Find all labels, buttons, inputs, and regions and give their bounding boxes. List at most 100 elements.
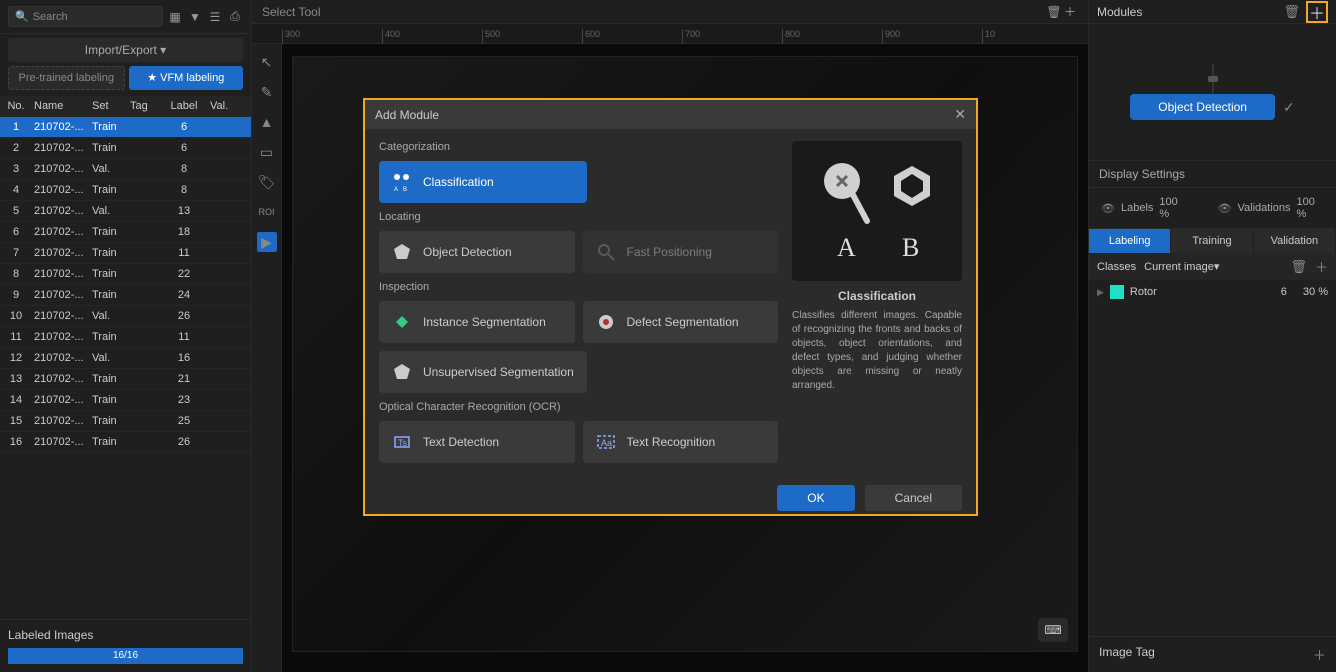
modules-title: Modules <box>1097 5 1142 19</box>
add-module-button[interactable]: ＋ <box>1306 1 1328 23</box>
svg-text:Ts: Ts <box>398 438 408 448</box>
progress-text: 16/16 <box>8 648 243 664</box>
table-row[interactable]: 7210702-...Train11 <box>0 243 251 264</box>
tool-column: ↖ ✎ ▲ ▭ 🏷 ROI ▶ <box>252 44 282 672</box>
table-row[interactable]: 1210702-...Train6 <box>0 117 251 138</box>
tag-tool-icon[interactable]: 🏷 <box>257 172 277 192</box>
tab-labeling[interactable]: Labeling <box>1089 229 1171 253</box>
keyboard-icon[interactable]: ⌨ <box>1038 618 1068 642</box>
object-detection-label: Object Detection <box>423 245 512 259</box>
tab-training[interactable]: Training <box>1171 229 1253 253</box>
current-image-dropdown[interactable]: Current image▾ <box>1144 260 1219 273</box>
classes-add-icon[interactable]: ＋ <box>1315 257 1328 276</box>
col-label[interactable]: Label <box>160 96 208 116</box>
classes-trash-icon[interactable]: 🗑 <box>1290 259 1307 275</box>
list-icon[interactable]: ☰ <box>207 9 223 25</box>
classification-icon: AB <box>391 171 413 193</box>
roi-tool[interactable]: ROI <box>257 202 277 222</box>
image-tag-add-icon[interactable]: ＋ <box>1313 645 1326 664</box>
module-check-icon[interactable]: ✓ <box>1283 99 1295 116</box>
unsup-seg-label: Unsupervised Segmentation <box>423 365 574 379</box>
option-unsupervised-segmentation[interactable]: Unsupervised Segmentation <box>379 351 587 393</box>
option-text-recognition[interactable]: Aa Text Recognition <box>583 421 779 463</box>
labels-text: Labels <box>1121 202 1153 214</box>
svg-text:A: A <box>394 187 398 193</box>
active-tool-icon[interactable]: ▶ <box>257 232 277 252</box>
table-row[interactable]: 13210702-...Train21 <box>0 369 251 390</box>
user-tool-icon[interactable]: ▲ <box>257 112 277 132</box>
option-classification[interactable]: AB Classification <box>379 161 587 203</box>
select-tool-label: Select Tool <box>262 5 320 19</box>
vfm-labeling-button[interactable]: VFM labeling <box>129 66 244 90</box>
col-tag[interactable]: Tag <box>128 96 160 116</box>
table-row[interactable]: 14210702-...Train23 <box>0 390 251 411</box>
image-filter-icon[interactable]: ▦ <box>167 9 183 25</box>
preview-description: Classifies different images. Capable of … <box>792 309 962 393</box>
table-row[interactable]: 3210702-...Val.8 <box>0 159 251 180</box>
defect-seg-icon <box>595 311 617 333</box>
eye-validations-icon[interactable] <box>1218 202 1232 215</box>
text-recognition-label: Text Recognition <box>627 435 716 449</box>
unsup-seg-icon <box>391 361 413 383</box>
table-row[interactable]: 11210702-...Train11 <box>0 327 251 348</box>
category-ocr: Optical Character Recognition (OCR) <box>379 401 778 413</box>
text-recognition-icon: Aa <box>595 431 617 453</box>
preview-letter-a: A <box>837 233 856 262</box>
rect-tool-icon[interactable]: ▭ <box>257 142 277 162</box>
plus-canvas-icon[interactable]: ＋ <box>1062 4 1078 20</box>
classes-label: Classes <box>1097 261 1136 273</box>
modules-trash-icon[interactable]: 🗑 <box>1283 4 1300 20</box>
fast-positioning-icon <box>595 241 617 263</box>
expand-icon[interactable]: ▶ <box>1097 287 1104 298</box>
search-input[interactable]: 🔍 Search <box>8 6 163 27</box>
option-defect-segmentation[interactable]: Defect Segmentation <box>583 301 779 343</box>
preview-title: Classification <box>792 289 962 303</box>
option-instance-segmentation[interactable]: Instance Segmentation <box>379 301 575 343</box>
pretrained-labeling-button[interactable]: Pre-trained labeling <box>8 66 125 90</box>
option-text-detection[interactable]: Ts Text Detection <box>379 421 575 463</box>
ok-button[interactable]: OK <box>777 485 854 511</box>
class-count: 6 <box>1281 286 1287 298</box>
module-connector <box>1212 64 1214 94</box>
progress-bar: 16/16 <box>8 648 243 664</box>
table-row[interactable]: 8210702-...Train22 <box>0 264 251 285</box>
fast-positioning-label: Fast Positioning <box>627 245 712 259</box>
table-row[interactable]: 10210702-...Val.26 <box>0 306 251 327</box>
option-object-detection[interactable]: Object Detection <box>379 231 575 273</box>
trash-icon[interactable]: 🗑 <box>1046 4 1062 20</box>
tab-validation[interactable]: Validation <box>1254 229 1336 253</box>
search-icon: 🔍 <box>15 10 29 23</box>
funnel-icon[interactable]: ▼ <box>187 9 203 25</box>
class-name: Rotor <box>1130 286 1275 298</box>
col-name[interactable]: Name <box>32 96 90 116</box>
import-export-button[interactable]: Import/Export ▾ <box>8 38 243 62</box>
lock-icon[interactable]: ⎙ <box>227 9 243 25</box>
table-row[interactable]: 15210702-...Train25 <box>0 411 251 432</box>
svg-text:B: B <box>403 187 407 193</box>
class-row-rotor[interactable]: ▶ Rotor 6 30 % <box>1089 280 1336 304</box>
table-row[interactable]: 9210702-...Train24 <box>0 285 251 306</box>
table-row[interactable]: 16210702-...Train26 <box>0 432 251 453</box>
table-row[interactable]: 12210702-...Val.16 <box>0 348 251 369</box>
col-no[interactable]: No. <box>0 96 32 116</box>
display-settings-header: Display Settings <box>1089 160 1336 188</box>
image-tag-label: Image Tag <box>1099 645 1155 664</box>
table-row[interactable]: 5210702-...Val.13 <box>0 201 251 222</box>
cancel-button[interactable]: Cancel <box>865 485 962 511</box>
text-detection-icon: Ts <box>391 431 413 453</box>
table-row[interactable]: 2210702-...Train6 <box>0 138 251 159</box>
wand-tool-icon[interactable]: ✎ <box>257 82 277 102</box>
eye-labels-icon[interactable] <box>1101 202 1115 215</box>
col-val[interactable]: Val. <box>208 96 244 116</box>
table-row[interactable]: 6210702-...Train18 <box>0 222 251 243</box>
module-object-detection[interactable]: Object Detection <box>1130 94 1275 120</box>
instance-seg-label: Instance Segmentation <box>423 315 546 329</box>
table-row[interactable]: 4210702-...Train8 <box>0 180 251 201</box>
validations-text: Validations <box>1238 202 1291 214</box>
preview-letter-b: B <box>902 233 919 262</box>
object-detection-icon <box>391 241 413 263</box>
close-icon[interactable]: ✕ <box>954 106 966 123</box>
cursor-tool-icon[interactable]: ↖ <box>257 52 277 72</box>
col-set[interactable]: Set <box>90 96 128 116</box>
class-color-swatch <box>1110 285 1124 299</box>
